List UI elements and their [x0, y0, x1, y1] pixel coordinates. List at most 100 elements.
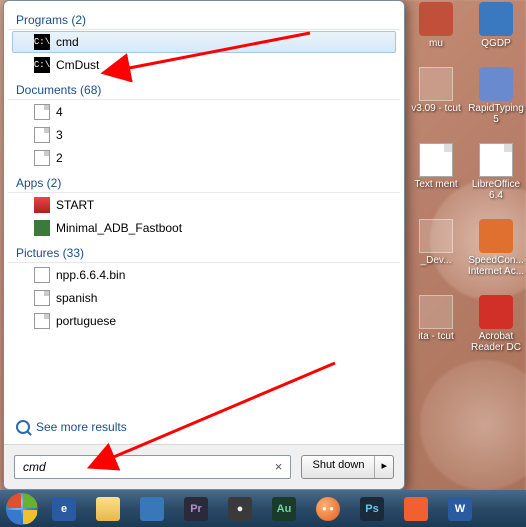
result-item-pictures-1[interactable]: spanish — [12, 287, 396, 309]
taskbar-item-xiaomi[interactable] — [396, 492, 436, 525]
cmd-icon: C:\ — [34, 34, 50, 50]
desktop-icon-image — [479, 295, 513, 329]
taskbar-item-premiere[interactable]: Pr — [176, 492, 216, 525]
desktop-icon-label: SpeedCon... Internet Ac... — [466, 255, 526, 277]
desktop-icon-8[interactable]: ita - tcut — [406, 295, 466, 353]
result-item-documents-1[interactable]: 3 — [12, 124, 396, 146]
taskbar-item-app2[interactable]: ● — [220, 492, 260, 525]
search-input[interactable] — [14, 455, 291, 479]
see-more-label: See more results — [36, 420, 127, 434]
desktop-icon-image — [479, 219, 513, 253]
taskbar-item-photoshop[interactable]: Ps — [352, 492, 392, 525]
desktop-icon-7[interactable]: SpeedCon... Internet Ac... — [466, 219, 526, 277]
group-header-apps[interactable]: Apps (2) — [8, 170, 400, 193]
result-item-pictures-0[interactable]: npp.6.6.4.bin — [12, 264, 396, 286]
desktop-icon-image — [479, 143, 513, 177]
shutdown-options-arrow-icon[interactable]: ▸ — [375, 456, 393, 478]
desktop-icon-label: Acrobat Reader DC — [466, 331, 526, 353]
desktop-icon-grid: mu QGDP v3.09 - tcut RapidTyping 5 Text ment… — [406, 2, 526, 353]
adb-icon — [34, 220, 50, 236]
doc-icon — [34, 127, 50, 143]
result-item-apps-1[interactable]: Minimal_ADB_Fastboot — [12, 217, 396, 239]
desktop-icon-image — [419, 143, 453, 177]
doc-icon — [34, 104, 50, 120]
app2-icon: ● — [228, 497, 252, 521]
doc-icon — [34, 290, 50, 306]
desktop-icon-4[interactable]: Text ment — [406, 143, 466, 201]
clear-search-icon[interactable]: × — [271, 459, 285, 473]
taskbar-item-audition[interactable]: Au — [264, 492, 304, 525]
desktop-icon-label: Text ment — [414, 179, 457, 190]
bin-icon — [34, 267, 50, 283]
cmd-icon: C:\ — [34, 57, 50, 73]
doc-icon — [34, 313, 50, 329]
desktop-icon-label: v3.09 - tcut — [411, 103, 460, 114]
result-item-label: npp.6.6.4.bin — [56, 268, 125, 282]
desktop-icon-image — [419, 2, 453, 36]
ie-icon: e — [52, 497, 76, 521]
desktop-icon-label: LibreOffice 6.4 — [466, 179, 526, 201]
result-item-label: cmd — [56, 35, 79, 49]
gom-icon: ● ● — [316, 497, 340, 521]
desktop-icon-label: RapidTyping 5 — [466, 103, 526, 125]
taskbar-item-gom[interactable]: ● ● — [308, 492, 348, 525]
group-header-pictures[interactable]: Pictures (33) — [8, 240, 400, 263]
result-item-programs-1[interactable]: C:\ CmDust — [12, 54, 396, 76]
start-menu-search-results: Programs (2) C:\ cmd C:\ CmDust Documents (… — [3, 0, 405, 490]
see-more-results-link[interactable]: See more results — [4, 410, 404, 444]
desktop-icon-image — [479, 2, 513, 36]
desktop-icon-1[interactable]: QGDP — [466, 2, 526, 49]
result-item-programs-0[interactable]: C:\ cmd — [12, 31, 396, 53]
desktop-icon-0[interactable]: mu — [406, 2, 466, 49]
desktop-icon-image — [419, 67, 453, 101]
premiere-icon: Pr — [184, 497, 208, 521]
shutdown-label[interactable]: Shut down — [302, 456, 375, 478]
results-area: Programs (2) C:\ cmd C:\ CmDust Documents (… — [4, 1, 404, 410]
start-button[interactable] — [2, 490, 42, 527]
desktop-icon-label: ita - tcut — [418, 331, 454, 342]
taskbar-item-ie[interactable]: e — [44, 492, 84, 525]
taskbar-item-app1[interactable] — [132, 492, 172, 525]
desktop-icon-label: QGDP — [481, 38, 510, 49]
start-menu-bottom-bar: × Shut down ▸ — [4, 444, 404, 489]
result-item-documents-0[interactable]: 4 — [12, 101, 396, 123]
taskbar-item-word[interactable]: W — [440, 492, 480, 525]
windows-logo-icon — [6, 493, 38, 525]
app1-icon — [140, 497, 164, 521]
desktop-icon-5[interactable]: LibreOffice 6.4 — [466, 143, 526, 201]
desktop-icon-9[interactable]: Acrobat Reader DC — [466, 295, 526, 353]
desktop-icon-image — [419, 219, 453, 253]
result-item-label: CmDust — [56, 58, 99, 72]
result-item-pictures-2[interactable]: portuguese — [12, 310, 396, 332]
taskbar-item-explorer[interactable] — [88, 492, 128, 525]
doc-icon — [34, 150, 50, 166]
photoshop-icon: Ps — [360, 497, 384, 521]
result-item-label: Minimal_ADB_Fastboot — [56, 221, 182, 235]
desktop-icon-label: mu — [429, 38, 443, 49]
word-icon: W — [448, 497, 472, 521]
explorer-icon — [96, 497, 120, 521]
desktop-icon-label: _Dev... — [421, 255, 452, 266]
result-item-label: portuguese — [56, 314, 116, 328]
group-header-programs[interactable]: Programs (2) — [8, 7, 400, 30]
desktop-icon-3[interactable]: RapidTyping 5 — [466, 67, 526, 125]
desktop-icon-6[interactable]: _Dev... — [406, 219, 466, 277]
desktop-icon-image — [419, 295, 453, 329]
taskbar: e Pr ● Au ● ● Ps W — [0, 490, 526, 527]
start-icon — [34, 197, 50, 213]
search-icon — [16, 420, 30, 434]
result-item-label: spanish — [56, 291, 97, 305]
result-item-label: 2 — [56, 151, 63, 165]
audition-icon: Au — [272, 497, 296, 521]
xiaomi-icon — [404, 497, 428, 521]
result-item-label: START — [56, 198, 94, 212]
result-item-label: 4 — [56, 105, 63, 119]
desktop-icon-2[interactable]: v3.09 - tcut — [406, 67, 466, 125]
shutdown-split-button[interactable]: Shut down ▸ — [301, 455, 394, 479]
result-item-documents-2[interactable]: 2 — [12, 147, 396, 169]
result-item-apps-0[interactable]: START — [12, 194, 396, 216]
group-header-documents[interactable]: Documents (68) — [8, 77, 400, 100]
desktop-icon-image — [479, 67, 513, 101]
result-item-label: 3 — [56, 128, 63, 142]
search-input-wrap: × — [14, 455, 291, 479]
